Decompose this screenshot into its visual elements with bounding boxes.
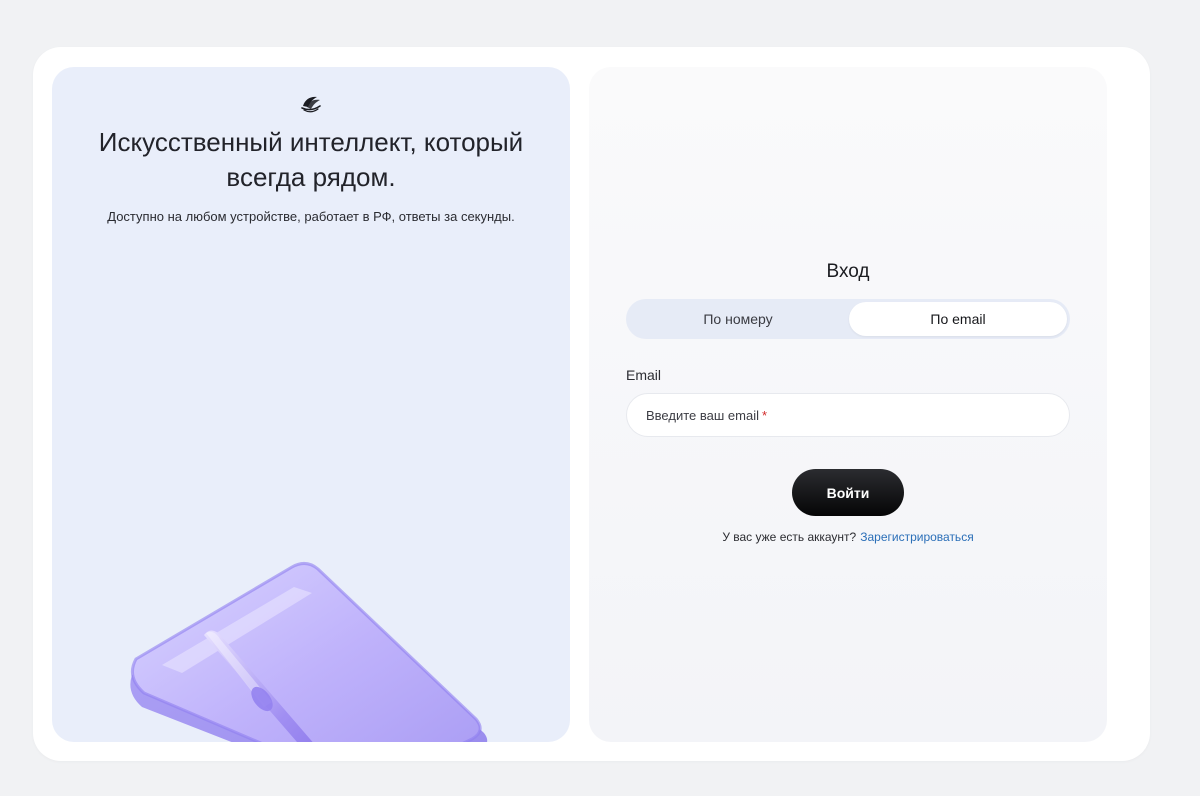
register-prompt: У вас уже есть аккаунт? [722, 530, 857, 544]
hero-title: Искусственный интеллект, который всегда … [98, 127, 524, 192]
register-row: У вас уже есть аккаунт? Зарегистрироватьс… [589, 530, 1107, 544]
login-panel: Вход По номеру По email Email Введите ва… [589, 67, 1107, 742]
hero-panel: Искусственный интеллект, который всегда … [52, 67, 570, 742]
login-method-tabs: По номеру По email [626, 299, 1070, 339]
email-input[interactable] [627, 394, 1069, 436]
login-title: Вход [826, 261, 870, 282]
tab-by-phone[interactable]: По номеру [629, 302, 847, 336]
notebook-pen-illustration [130, 562, 488, 742]
register-link[interactable]: Зарегистрироваться [860, 530, 973, 544]
tab-by-email[interactable]: По email [849, 302, 1067, 336]
brand-logo-icon [301, 96, 321, 113]
login-button[interactable]: Войти [792, 469, 904, 516]
hero-subtitle: Доступно на любом устройстве, работает в… [107, 209, 515, 224]
email-field-wrapper: Введите ваш email * [626, 393, 1070, 437]
email-label: Email [626, 367, 662, 383]
